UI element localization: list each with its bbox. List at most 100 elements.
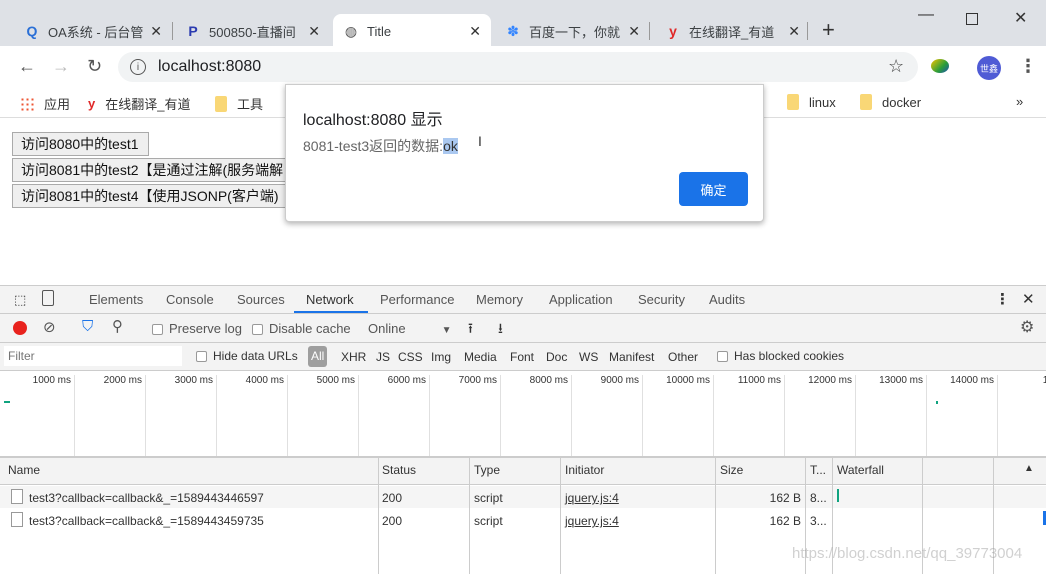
browser-tab-oa[interactable]: Q OA系统 - 后台管 ✕	[14, 14, 172, 48]
browser-tab-title[interactable]: ◍ Title ✕	[333, 14, 491, 48]
clear-icon[interactable]: ⊘	[43, 318, 56, 336]
devtools-tab-console[interactable]: Console	[166, 292, 214, 307]
close-tab-icon[interactable]: ✕	[150, 23, 162, 40]
new-tab-icon[interactable]: +	[822, 17, 835, 43]
browser-tab-live[interactable]: P 500850-直播间 ✕	[175, 14, 330, 48]
menu-kebab-icon[interactable]: ⋮	[1019, 56, 1037, 77]
bookmark-youdao[interactable]: y 在线翻译_有道	[88, 94, 190, 113]
export-har-icon[interactable]: ⭳	[498, 318, 503, 342]
column-divider	[560, 458, 561, 574]
youdao-icon: y	[88, 96, 96, 111]
bookmark-docker[interactable]: docker	[860, 94, 921, 110]
minimize-icon[interactable]: —	[918, 6, 934, 24]
settings-gear-icon[interactable]: ⚙	[1020, 317, 1034, 337]
back-icon[interactable]: ←	[18, 56, 36, 77]
tab-label: 百度一下，你就	[529, 24, 621, 40]
throttle-select[interactable]: Online ▼	[368, 321, 451, 336]
hide-data-urls-checkbox[interactable]: Hide data URLs	[196, 349, 298, 363]
sort-ascending-icon[interactable]: ▲	[1024, 463, 1034, 474]
devtools-tab-memory[interactable]: Memory	[476, 292, 523, 307]
bookmark-apps[interactable]: 应用	[20, 94, 70, 113]
close-tab-icon[interactable]: ✕	[469, 23, 481, 40]
type-filter-js[interactable]: JS	[376, 350, 390, 364]
folder-icon	[215, 95, 227, 112]
import-har-icon[interactable]: ⭱	[468, 318, 473, 342]
devtools-tab-audits[interactable]: Audits	[709, 292, 745, 307]
close-tab-icon[interactable]: ✕	[788, 23, 800, 40]
timeline-tick-label: 6000 ms	[387, 375, 426, 386]
avatar[interactable]: 世鑫	[977, 56, 1001, 80]
preserve-log-checkbox[interactable]: Preserve log	[152, 321, 242, 336]
info-icon[interactable]: i	[130, 59, 146, 75]
devtools-tab-network[interactable]: Network	[306, 292, 354, 307]
disable-cache-label: Disable cache	[269, 321, 351, 336]
extension-icon[interactable]	[931, 59, 949, 73]
type-filter-other[interactable]: Other	[668, 350, 698, 364]
devtools-close-icon[interactable]: ✕	[1022, 290, 1035, 308]
bookmark-label: linux	[809, 94, 836, 110]
request-initiator[interactable]: jquery.js:4	[565, 491, 619, 505]
timeline-gridline	[74, 375, 75, 461]
bookmark-linux[interactable]: linux	[787, 94, 836, 110]
column-header-size[interactable]: Size	[720, 463, 743, 477]
filter-input[interactable]	[4, 346, 182, 366]
filter-icon[interactable]: ⛉	[82, 318, 93, 335]
bookmark-star-icon[interactable]: ☆	[888, 56, 904, 77]
maximize-icon[interactable]	[966, 13, 978, 25]
disable-cache-checkbox[interactable]: Disable cache	[252, 321, 351, 336]
request-name[interactable]: test3?callback=callback&_=1589443459735	[29, 514, 264, 528]
column-header-waterfall[interactable]: Waterfall	[837, 463, 884, 477]
column-header-initiator[interactable]: Initiator	[565, 463, 604, 477]
test1-button[interactable]: 访问8080中的test1	[12, 132, 149, 156]
type-filter-font[interactable]: Font	[510, 350, 534, 364]
devtools-tab-sources[interactable]: Sources	[237, 292, 285, 307]
bookmarks-more[interactable]: »	[1016, 94, 1023, 109]
request-initiator[interactable]: jquery.js:4	[565, 514, 619, 528]
column-header-time[interactable]: T...	[810, 463, 826, 477]
reload-icon[interactable]: ↻	[87, 56, 102, 77]
close-tab-icon[interactable]: ✕	[628, 23, 640, 40]
request-status: 200	[382, 514, 403, 528]
url-text[interactable]: localhost:8080	[158, 58, 261, 76]
timeline-tick-label: 13000 ms	[879, 375, 923, 386]
type-filter-media[interactable]: Media	[464, 350, 497, 364]
devtools-tab-performance[interactable]: Performance	[380, 292, 454, 307]
browser-tab-youdao[interactable]: y 在线翻译_有道 ✕	[655, 14, 810, 48]
inspect-element-icon[interactable]: ⬚	[14, 292, 26, 308]
type-filter-ws[interactable]: WS	[579, 350, 598, 364]
has-blocked-cookies-checkbox[interactable]: Has blocked cookies	[717, 349, 844, 363]
test4-button[interactable]: 访问8081中的test4【使用JSONP(客户端)	[12, 184, 302, 208]
timeline-tick-label: 9000 ms	[600, 375, 639, 386]
request-size: 162 B	[769, 491, 801, 505]
type-filter-img[interactable]: Img	[431, 350, 451, 364]
browser-tab-baidu[interactable]: ✽ 百度一下，你就 ✕	[495, 14, 650, 48]
address-bar[interactable]: i localhost:8080	[118, 52, 918, 82]
type-filter-xhr[interactable]: XHR	[341, 350, 366, 364]
record-icon[interactable]	[13, 321, 27, 335]
search-icon[interactable]: ⚲	[112, 317, 123, 335]
window-close-icon[interactable]: ✕	[1014, 8, 1027, 28]
timeline-gridline	[926, 375, 927, 461]
type-filter-manifest[interactable]: Manifest	[609, 350, 654, 364]
request-status: 200	[382, 491, 403, 505]
devtools-tab-application[interactable]: Application	[549, 292, 613, 307]
devtools-tab-elements[interactable]: Elements	[89, 292, 143, 307]
ok-button[interactable]: 确定	[679, 172, 748, 206]
request-name[interactable]: test3?callback=callback&_=1589443446597	[29, 491, 264, 505]
type-filter-doc[interactable]: Doc	[546, 350, 567, 364]
bookmark-tools[interactable]: 工具	[215, 94, 263, 113]
type-filter-css[interactable]: CSS	[398, 350, 423, 364]
forward-icon[interactable]: →	[52, 56, 70, 77]
devtools-tab-security[interactable]: Security	[638, 292, 685, 307]
device-toolbar-icon[interactable]	[42, 290, 54, 306]
test2-button[interactable]: 访问8081中的test2【是通过注解(服务端解	[12, 158, 302, 182]
column-header-name[interactable]: Name	[8, 463, 40, 477]
type-filter-all[interactable]: All	[308, 346, 328, 367]
devtools-menu-icon[interactable]: ⋮	[995, 290, 1010, 308]
filter-bar: Hide data URLs All XHR JS CSS Img Media …	[0, 343, 1046, 371]
column-header-type[interactable]: Type	[474, 463, 500, 477]
tab-separator	[172, 22, 173, 40]
devtools-tabbar: ⬚ Elements Console Sources Network Perfo…	[0, 286, 1046, 314]
close-tab-icon[interactable]: ✕	[308, 23, 320, 40]
column-header-status[interactable]: Status	[382, 463, 416, 477]
